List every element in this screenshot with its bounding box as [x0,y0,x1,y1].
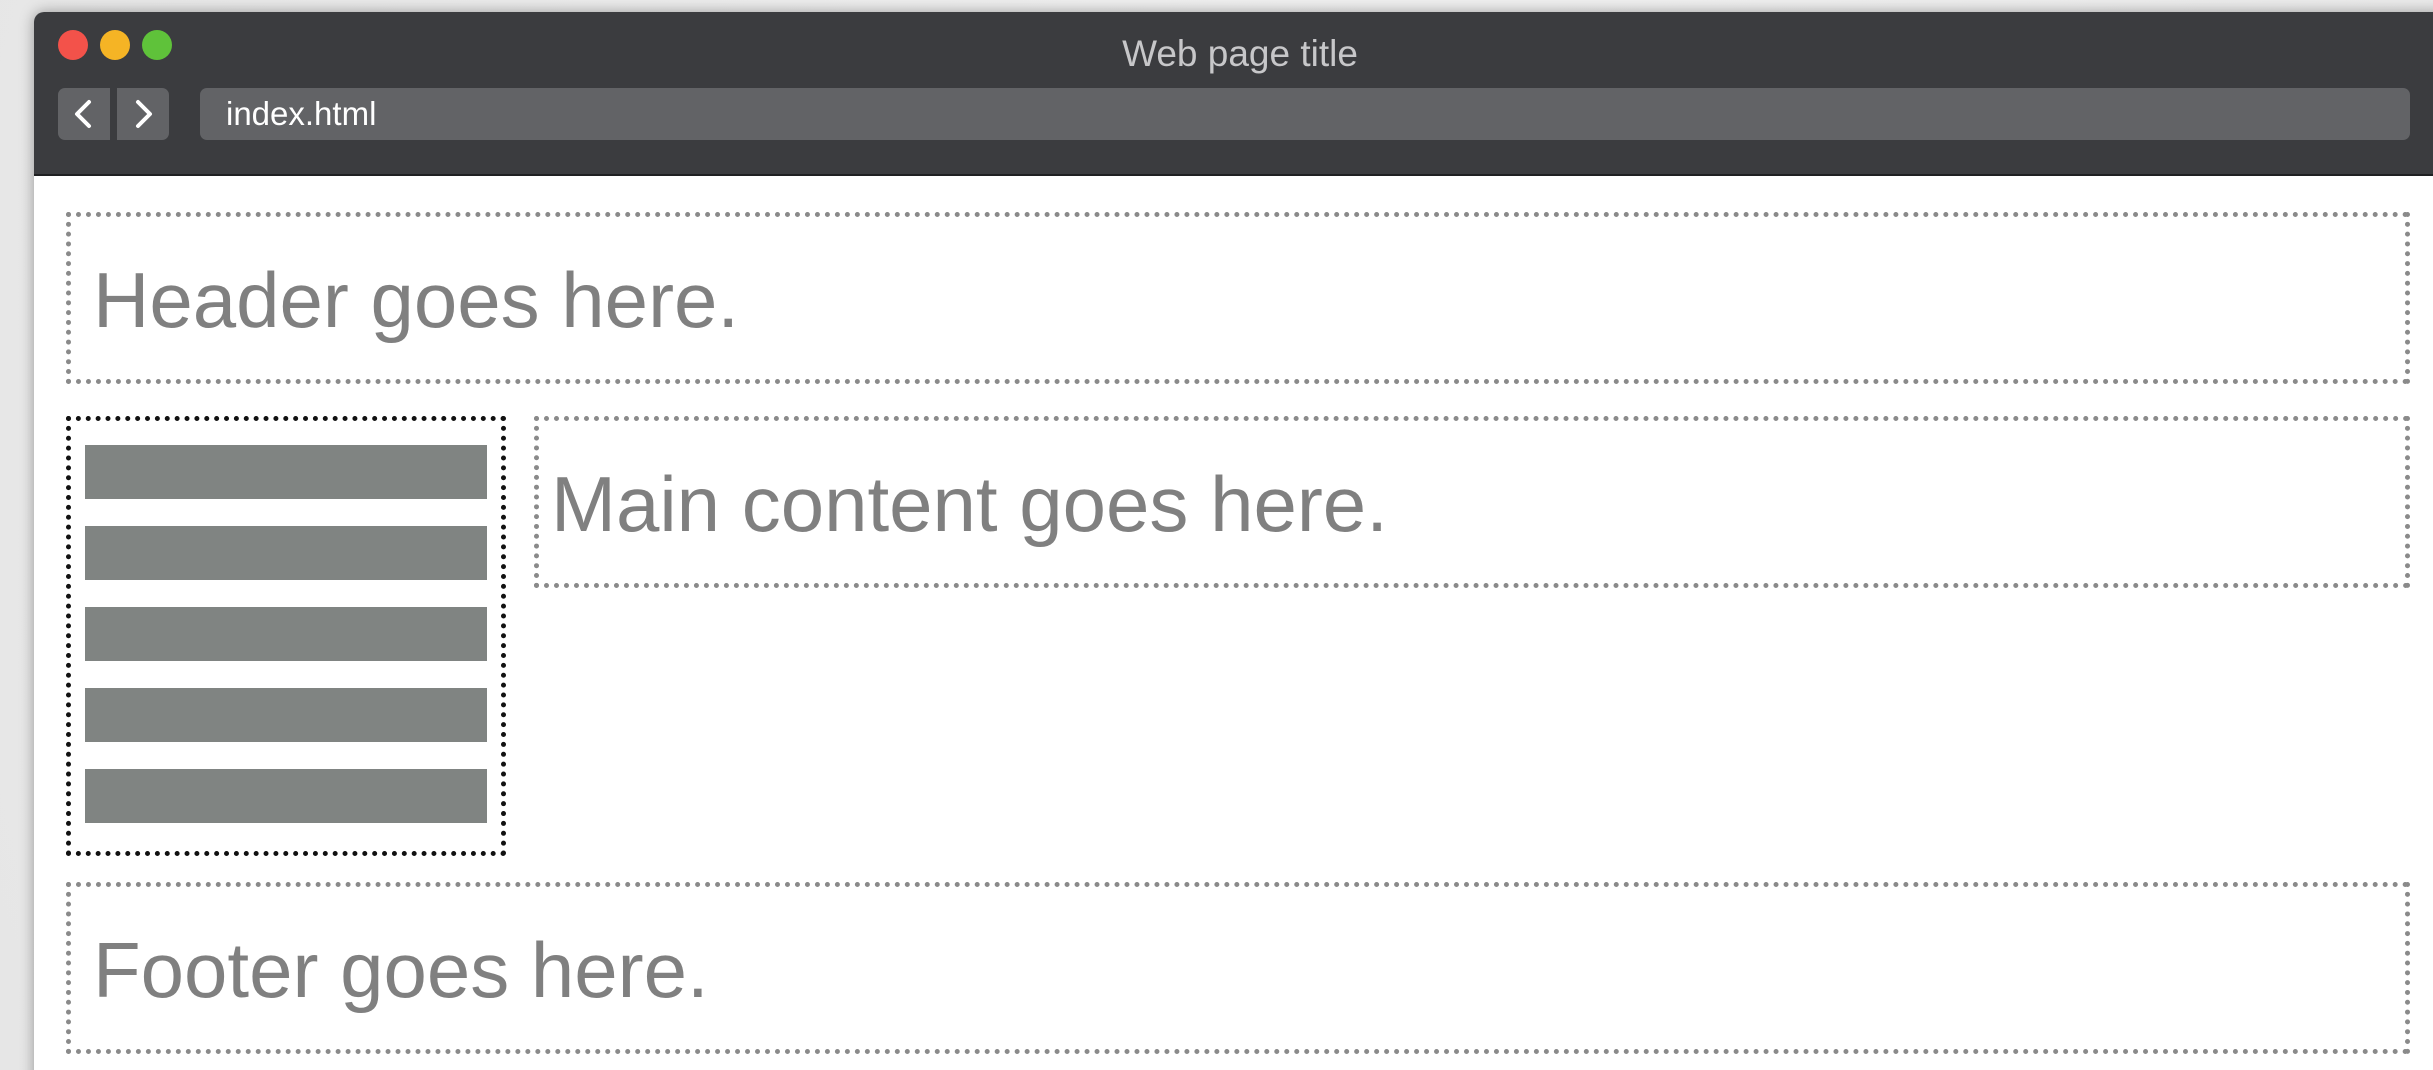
page-viewport: Header goes here. Main content goes here… [34,176,2433,1070]
nav-item-5[interactable] [85,769,487,823]
browser-chrome: Web page title index.html [34,12,2433,176]
main-content-region: Main content goes here. [534,416,2410,588]
browser-window: Web page title index.html Header goes he… [34,12,2433,1070]
header-region: Header goes here. [66,212,2410,384]
back-button[interactable] [58,88,110,140]
address-bar-url: index.html [226,95,377,132]
window-title: Web page title [1122,33,1358,74]
desktop-background: Web page title index.html Header goes he… [0,0,2433,1070]
nav-item-2[interactable] [85,526,487,580]
footer-text: Footer goes here. [93,926,709,1014]
address-bar[interactable]: index.html [200,88,2410,140]
chevron-right-icon [136,100,152,128]
nav-item-1[interactable] [85,445,487,499]
chevron-left-icon [75,100,91,128]
forward-button[interactable] [117,88,169,140]
main-content-text: Main content goes here. [551,460,1388,548]
header-text: Header goes here. [93,256,740,344]
nav-item-4[interactable] [85,688,487,742]
footer-region: Footer goes here. [66,882,2410,1054]
nav-item-3[interactable] [85,607,487,661]
navigation-region [66,416,506,856]
